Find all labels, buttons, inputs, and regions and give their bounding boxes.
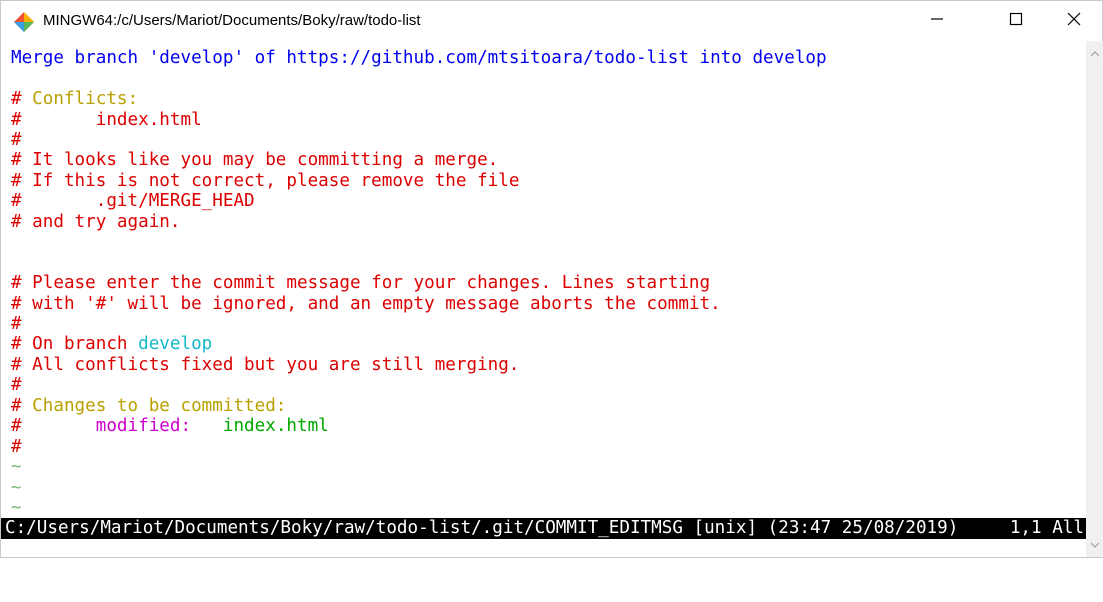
close-icon: [1067, 12, 1081, 31]
minimize-button[interactable]: [914, 1, 960, 41]
empty-line-tilde: ~: [11, 498, 22, 518]
comment-blank-line: #: [11, 130, 22, 150]
modified-line: # modified: index.html: [11, 416, 329, 436]
branch-name: develop: [138, 334, 213, 354]
status-cursor-position: 1,1 All: [1009, 518, 1084, 538]
git-diamond-icon: [13, 11, 35, 33]
vertical-scrollbar[interactable]: [1086, 41, 1103, 557]
close-button[interactable]: [1051, 1, 1097, 41]
please-line-1: # Please enter the commit message for yo…: [11, 273, 711, 293]
merge-header-line: Merge branch 'develop' of https://github…: [11, 48, 827, 68]
window-title: MINGW64:/c/Users/Mariot/Documents/Boky/r…: [43, 12, 421, 29]
comment-blank-line: #: [11, 314, 22, 334]
maximize-button[interactable]: [993, 1, 1039, 41]
merge-msg-line-4: # and try again.: [11, 212, 181, 232]
merge-msg-line-2: # If this is not correct, please remove …: [11, 171, 520, 191]
empty-line-tilde: ~: [11, 478, 22, 498]
minimize-icon: [930, 12, 944, 31]
empty-line-tilde: ~: [11, 457, 22, 477]
merge-msg-line-1: # It looks like you may be committing a …: [11, 150, 499, 170]
scroll-up-icon[interactable]: [1086, 45, 1103, 62]
comment-blank-line: #: [11, 437, 22, 457]
branch-line: # On branch develop: [11, 334, 213, 354]
terminal-window: MINGW64:/c/Users/Mariot/Documents/Boky/r…: [0, 0, 1103, 558]
please-line-2: # with '#' will be ignored, and an empty…: [11, 294, 721, 314]
changes-line: # Changes to be committed:: [11, 396, 287, 416]
vim-status-line: C:/Users/Mariot/Documents/Boky/raw/todo-…: [1, 518, 1086, 539]
merge-msg-line-3: # .git/MERGE_HEAD: [11, 191, 255, 211]
title-bar[interactable]: MINGW64:/c/Users/Mariot/Documents/Boky/r…: [1, 1, 1102, 41]
all-fixed-line: # All conflicts fixed but you are still …: [11, 355, 520, 375]
vim-editor[interactable]: Merge branch 'develop' of https://github…: [1, 41, 1086, 541]
scroll-down-icon[interactable]: [1086, 536, 1103, 553]
maximize-icon: [1009, 12, 1023, 31]
status-file-info: C:/Users/Mariot/Documents/Boky/raw/todo-…: [5, 518, 959, 538]
comment-blank-line: #: [11, 375, 22, 395]
conflicts-line: # Conflicts:: [11, 89, 139, 109]
command-line[interactable]: [1, 539, 1086, 557]
conflict-file-line: # index.html: [11, 110, 202, 130]
